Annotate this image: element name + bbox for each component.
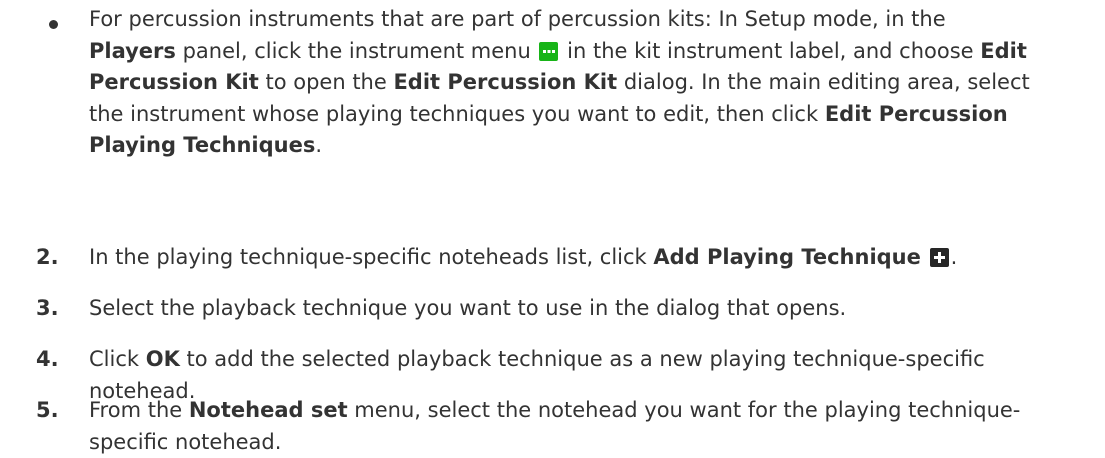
add-icon — [929, 248, 949, 267]
step-number: 5. — [36, 398, 59, 422]
step-text: From the Notehead set menu, select the n… — [89, 398, 1021, 454]
more-menu-icon — [539, 41, 559, 61]
players-label: Players — [89, 38, 176, 63]
bullet-item: For percussion instruments that are part… — [49, 4, 1089, 162]
add-playing-technique-label: Add Playing Technique — [653, 245, 921, 269]
edit-percussion-kit-dialog-label: Edit Percussion Kit — [393, 70, 618, 94]
bullet-marker — [49, 20, 58, 29]
step-number: 4. — [36, 347, 59, 371]
step-text: In the playing technique-specific notehe… — [89, 245, 958, 269]
ok-label: OK — [145, 347, 180, 371]
bullet-paragraph: For percussion instruments that are part… — [89, 7, 1030, 157]
step-number: 2. — [36, 245, 59, 269]
document-body: For percussion instruments that are part… — [0, 0, 1105, 454]
step-number: 3. — [36, 296, 59, 320]
step-text: Select the playback technique you want t… — [89, 296, 847, 320]
notehead-set-label: Notehead set — [188, 398, 348, 422]
